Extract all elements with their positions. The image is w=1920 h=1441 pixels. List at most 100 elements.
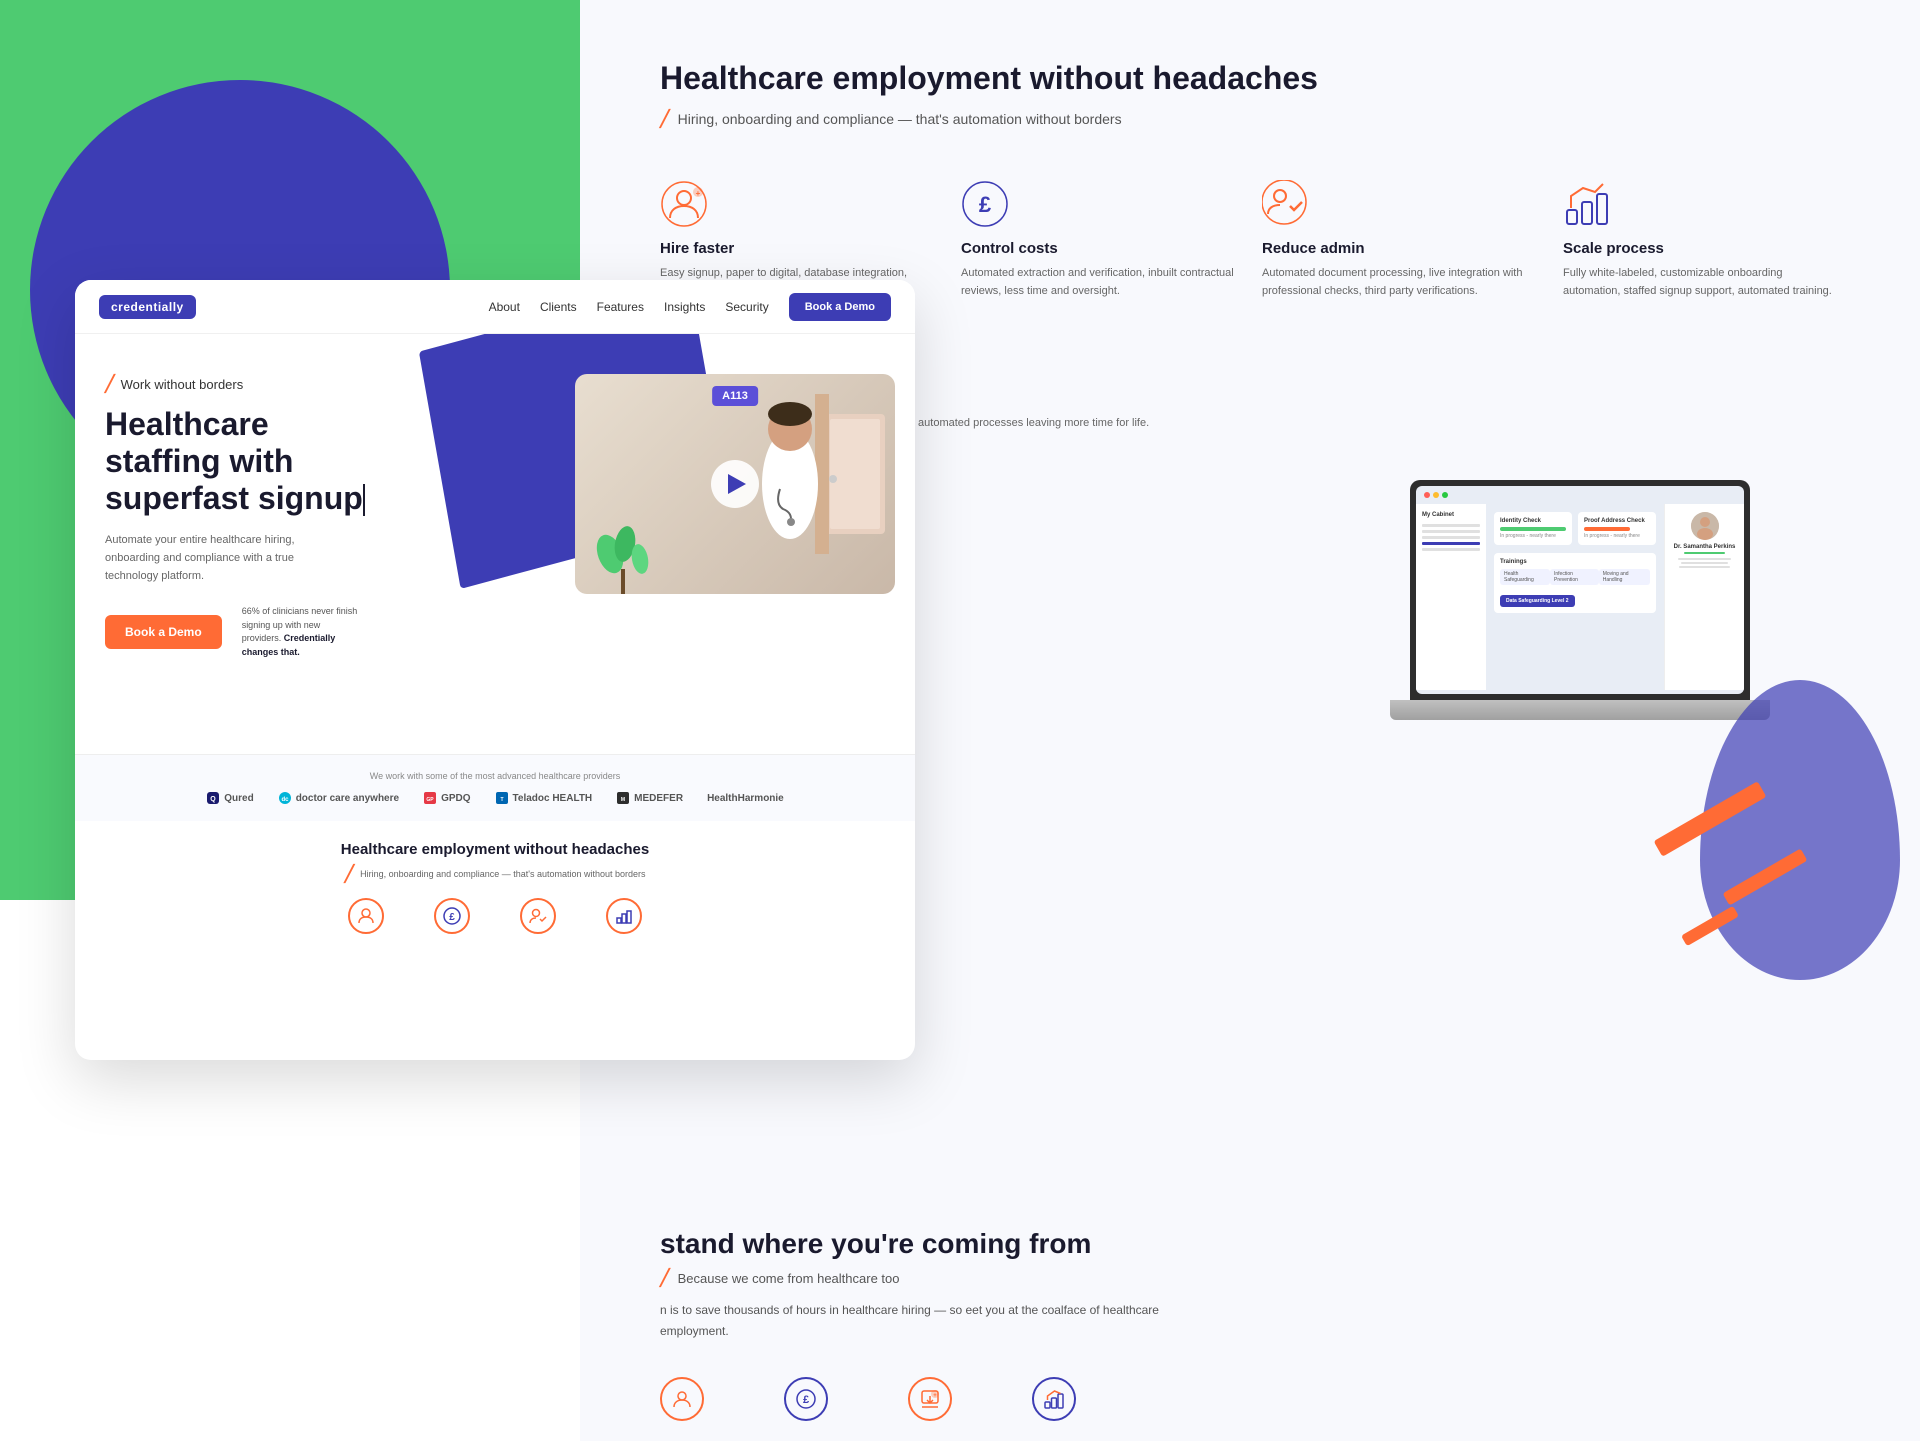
trainings-section: Trainings Health Safeguarding Infection … — [1494, 553, 1656, 613]
bottom-person-icon — [671, 1388, 693, 1410]
teladoc-text: Teladoc HEALTH — [513, 793, 593, 804]
info-bar-2 — [1681, 562, 1728, 564]
svg-text:GP: GP — [426, 797, 434, 803]
trainings-title: Trainings — [1500, 559, 1650, 565]
identity-check-card: Identity Check In progress - nearly ther… — [1494, 512, 1572, 545]
scale-icon — [614, 906, 634, 926]
partner-teladoc: T Teladoc HEALTH — [495, 791, 593, 805]
partner-gpdq: GP GPDQ — [423, 791, 470, 805]
hire-faster-svg-icon: + — [660, 180, 708, 228]
features-header-sub-text: Hiring, onboarding and compliance — that… — [678, 111, 1122, 127]
info-bar-3 — [1679, 566, 1729, 568]
my-cabinet-label: My Cabinet — [1422, 512, 1480, 518]
feature-icon-scale — [606, 898, 642, 934]
laptop-mockup: My Cabinet Identity Check — [1390, 480, 1770, 760]
video-thumbnail[interactable]: A113 — [575, 374, 895, 594]
svg-text:dc: dc — [281, 797, 289, 803]
work-label-text: Work without borders — [121, 377, 244, 392]
features-header-title: Healthcare employment without headaches — [660, 60, 1840, 97]
status-bar — [1684, 552, 1724, 554]
nav-insights[interactable]: Insights — [664, 300, 705, 314]
feature-icon-admin — [520, 898, 556, 934]
profile-sidebar: Dr. Samantha Perkins — [1664, 504, 1744, 690]
teladoc-logo-icon: T — [495, 791, 509, 805]
partners-label: We work with some of the most advanced h… — [105, 771, 885, 781]
sidebar-item-active — [1422, 542, 1480, 545]
green-dot — [1442, 492, 1448, 498]
partners-row: Q Qured dc doctor care anywhere GP GPDQ — [105, 791, 885, 805]
stand-sub-text: Because we come from healthcare too — [678, 1271, 900, 1286]
sidebar-item-5 — [1422, 548, 1480, 551]
bottom-costs-icon: £ — [784, 1377, 828, 1421]
sidebar-item-1 — [1422, 524, 1480, 527]
doctorcare-text: doctor care anywhere — [296, 793, 399, 804]
control-costs-svg-icon: £ — [961, 180, 1009, 228]
plants-decoration — [595, 514, 655, 594]
bottom-feature-hire — [660, 1377, 704, 1421]
book-demo-nav-button[interactable]: Book a Demo — [789, 293, 891, 321]
cursor-blink — [363, 484, 365, 516]
proof-address-sub: In progress - nearly there — [1584, 533, 1650, 539]
scale-process-svg-icon — [1563, 180, 1611, 228]
control-costs-desc: Automated extraction and verification, i… — [961, 265, 1238, 300]
training-cta-button[interactable]: Data Safeguarding Level 2 — [1500, 595, 1575, 607]
hero-description: Automate your entire healthcare hiring, … — [105, 532, 335, 585]
play-button[interactable] — [711, 460, 759, 508]
nav-links: About Clients Features Insights Security… — [489, 293, 891, 321]
bottom-feature-scale — [1032, 1377, 1076, 1421]
browser-navbar: credentially About Clients Features Insi… — [75, 280, 915, 334]
features-header-subtitle: ╱ Hiring, onboarding and compliance — th… — [660, 109, 1840, 129]
sidebar-item-2 — [1422, 530, 1480, 533]
stand-section: stand where you're coming from ╱ Because… — [660, 1228, 1220, 1341]
nav-features[interactable]: Features — [597, 300, 644, 314]
training-cta: Data Safeguarding Level 2 — [1500, 589, 1650, 607]
medefer-text: MEDEFER — [634, 793, 683, 804]
bottom-admin-icon: + — [908, 1377, 952, 1421]
training-row-1: Health Safeguarding Infection Prevention… — [1500, 569, 1650, 585]
features-teaser: Healthcare employment without headaches … — [75, 821, 915, 944]
svg-text:T: T — [500, 797, 503, 803]
svg-text:£: £ — [449, 912, 455, 923]
features-header: Healthcare employment without headaches … — [660, 60, 1840, 129]
bottom-feature-costs: £ — [784, 1377, 828, 1421]
bottom-download-icon: + — [919, 1388, 941, 1410]
nav-security[interactable]: Security — [725, 300, 768, 314]
qured-text: Qured — [224, 793, 253, 804]
feature-icon-costs: £ — [434, 898, 470, 934]
reduce-admin-desc: Automated document processing, live inte… — [1262, 265, 1539, 300]
person-check-icon — [528, 906, 548, 926]
gpdq-text: GPDQ — [441, 793, 470, 804]
proof-address-title: Proof Address Check — [1584, 518, 1650, 524]
svg-text:£: £ — [803, 1394, 809, 1406]
hire-faster-card-icon: + — [660, 180, 708, 228]
training-item-1: Health Safeguarding — [1500, 569, 1550, 585]
feature-icons-row: £ — [105, 898, 885, 934]
partners-section: We work with some of the most advanced h… — [75, 754, 915, 821]
stand-slash-icon: ╱ — [660, 1268, 670, 1288]
svg-text:£: £ — [979, 192, 992, 217]
control-costs-card-icon: £ — [961, 180, 1009, 228]
nav-about[interactable]: About — [489, 300, 520, 314]
laptop-base — [1390, 700, 1770, 720]
book-demo-hero-button[interactable]: Book a Demo — [105, 615, 222, 649]
hero-cta-row: Book a Demo 66% of clinicians never fini… — [105, 605, 885, 659]
screen-content: My Cabinet Identity Check — [1416, 504, 1744, 690]
qured-logo-icon: Q — [206, 791, 220, 805]
doctor-name: Dr. Samantha Perkins — [1671, 544, 1738, 550]
identity-check-sub: In progress - nearly there — [1500, 533, 1566, 539]
bottom-scale-svg-icon — [1043, 1388, 1065, 1410]
nav-clients[interactable]: Clients — [540, 300, 577, 314]
feature-icon-hire — [348, 898, 384, 934]
reduce-admin-icon — [520, 898, 556, 934]
orange-slash-icon: ╱ — [105, 374, 115, 394]
control-costs-title: Control costs — [961, 240, 1238, 257]
avatar-icon — [1691, 512, 1719, 540]
bottom-pound-icon: £ — [795, 1388, 817, 1410]
hire-faster-icon — [348, 898, 384, 934]
screen-traffic-lights — [1416, 486, 1744, 504]
features-teaser-title: Healthcare employment without headaches — [105, 841, 885, 858]
training-item-3: Moving and Handling — [1599, 569, 1650, 585]
scale-process-title: Scale process — [1563, 240, 1840, 257]
play-triangle-icon — [728, 474, 746, 494]
screen-main-content: Identity Check In progress - nearly ther… — [1486, 504, 1664, 690]
